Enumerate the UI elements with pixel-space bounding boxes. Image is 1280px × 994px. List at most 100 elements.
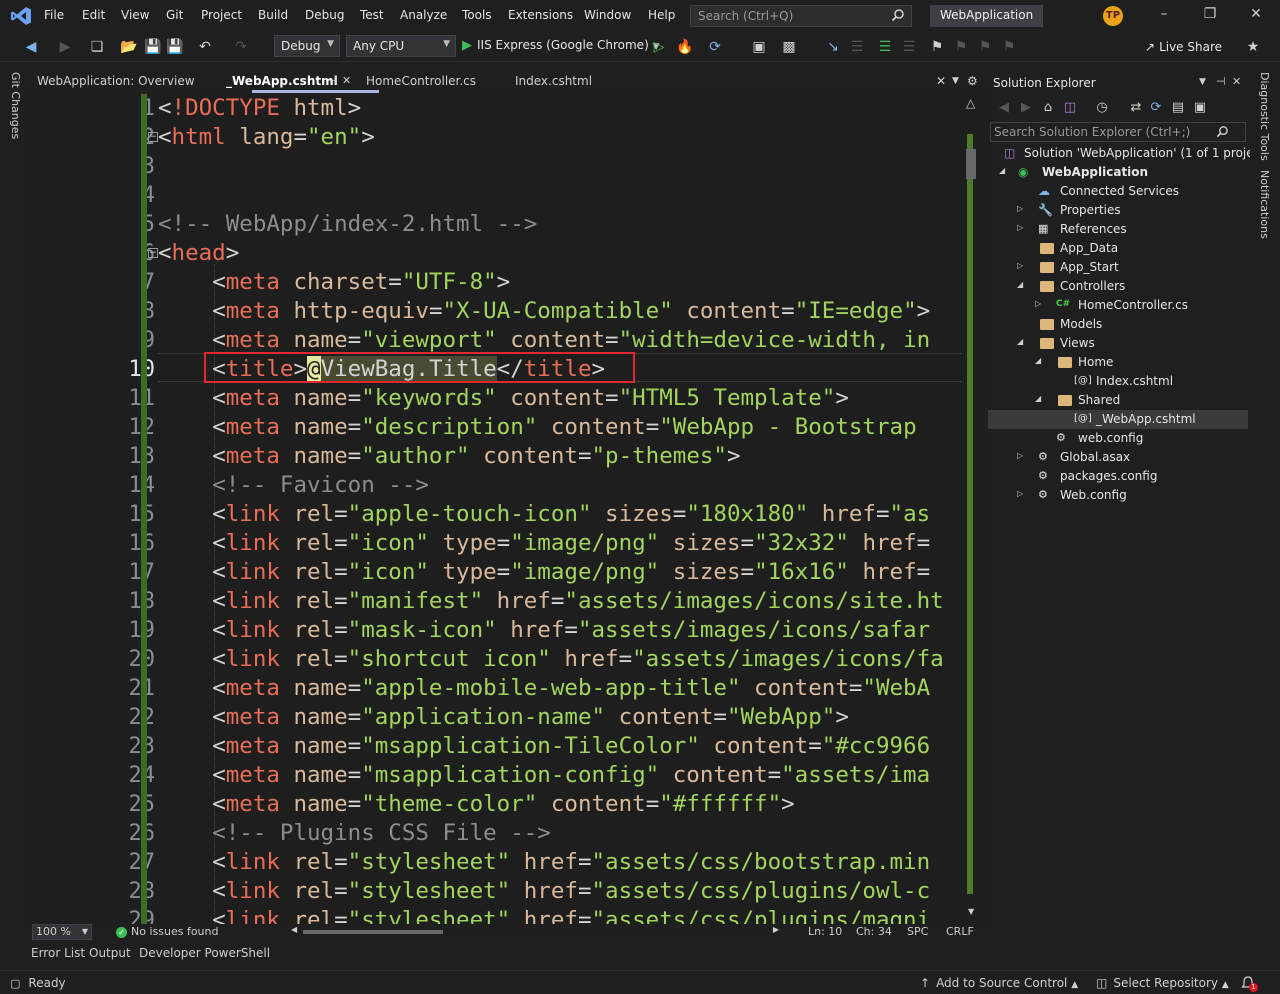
comment-icon[interactable]: ☰: [848, 38, 866, 56]
forward-icon[interactable]: ▶: [1018, 100, 1034, 116]
pin-icon[interactable]: ⊣: [328, 76, 337, 87]
tree-node-global-asax[interactable]: ▷ ⚙ Global.asax: [988, 448, 1248, 467]
horizontal-scrollbar[interactable]: ◀ ▶: [291, 925, 779, 936]
fold-collapse-icon[interactable]: −: [148, 132, 158, 142]
new-project-icon[interactable]: ❏: [88, 38, 106, 56]
solution-explorer-search-input[interactable]: Search Solution Explorer (Ctrl+;): [990, 122, 1246, 142]
tree-node-packages-config[interactable]: ⚙ packages.config: [988, 467, 1248, 486]
solution-platform-dropdown[interactable]: Any CPU ▼: [346, 35, 456, 57]
menu-edit[interactable]: Edit: [82, 8, 105, 22]
select-repository-button[interactable]: ◫ Select Repository ▲: [1096, 976, 1229, 990]
settings-gear-icon[interactable]: ⚙: [967, 74, 978, 88]
tab-index-cshtml[interactable]: Index.cshtml: [515, 74, 592, 88]
zoom-dropdown[interactable]: 100 % ▼: [32, 924, 92, 940]
close-icon[interactable]: ✕: [1232, 75, 1241, 88]
restore-icon[interactable]: ❐: [1200, 6, 1220, 26]
format-document-icon[interactable]: ☰: [876, 38, 894, 56]
uncomment-icon[interactable]: ☰: [900, 38, 918, 56]
column-indicator[interactable]: Ch: 34: [856, 925, 892, 938]
sync-with-document-icon[interactable]: ⇄: [1128, 100, 1144, 116]
step-into-icon[interactable]: ↘: [824, 38, 842, 56]
start-debugging-button[interactable]: ▶ IIS Express (Google Chrome) ▼: [462, 38, 660, 53]
close-all-icon[interactable]: ✕: [936, 74, 946, 88]
tree-node-index-cshtml[interactable]: [@] Index.cshtml: [988, 372, 1248, 391]
tab-list-icon[interactable]: ▼: [952, 76, 959, 86]
feedback-icon[interactable]: ★: [1244, 38, 1262, 56]
menu-file[interactable]: File: [44, 8, 64, 22]
pin-icon[interactable]: ⊣: [1216, 75, 1226, 88]
issues-indicator[interactable]: ✓ No issues found: [116, 925, 218, 938]
menu-build[interactable]: Build: [258, 8, 288, 22]
minimize-icon[interactable]: –: [1154, 6, 1174, 26]
notifications-tab[interactable]: Notifications: [1258, 170, 1271, 239]
solution-configuration-dropdown[interactable]: Debug ▼: [274, 35, 340, 57]
switch-views-icon[interactable]: ◫: [1062, 100, 1078, 116]
scroll-thumb[interactable]: [966, 149, 976, 179]
split-icon[interactable]: △: [966, 96, 975, 110]
tree-node-views-web-config[interactable]: ⚙ web.config: [988, 429, 1248, 448]
layout-icon[interactable]: ▩: [780, 38, 798, 56]
panel-menu-icon[interactable]: ▼: [1199, 77, 1206, 87]
close-icon[interactable]: ✕: [1246, 6, 1266, 26]
notifications-bell-icon[interactable]: 1: [1240, 975, 1258, 992]
menu-test[interactable]: Test: [360, 8, 384, 22]
line-indicator[interactable]: Ln: 10: [808, 925, 842, 938]
navigate-forward-icon[interactable]: ▶: [56, 38, 74, 56]
back-icon[interactable]: ◀: [996, 100, 1012, 116]
menu-extensions[interactable]: Extensions: [508, 8, 573, 22]
menu-project[interactable]: Project: [201, 8, 242, 22]
git-changes-tab[interactable]: Git Changes: [9, 72, 22, 139]
whitespace-indicator[interactable]: SPC: [907, 925, 928, 938]
horizontal-scroll-thumb[interactable]: [303, 930, 443, 934]
tab-home-controller[interactable]: HomeController.cs: [366, 74, 476, 88]
menu-view[interactable]: View: [121, 8, 149, 22]
tree-node-app-start[interactable]: ▷ App_Start: [988, 258, 1248, 277]
scroll-right-icon[interactable]: ▶: [773, 925, 779, 934]
menu-tools[interactable]: Tools: [462, 8, 492, 22]
scroll-left-icon[interactable]: ◀: [291, 925, 297, 934]
scroll-down-icon[interactable]: ▼: [968, 907, 974, 916]
tree-node-home-controller[interactable]: ▷ C# HomeController.cs: [988, 296, 1248, 315]
pending-changes-filter-icon[interactable]: ◷: [1094, 100, 1110, 116]
refresh-icon[interactable]: ⟳: [706, 38, 724, 56]
open-file-icon[interactable]: 📂: [120, 38, 138, 56]
diagnostic-tools-tab[interactable]: Diagnostic Tools: [1258, 72, 1271, 161]
tab-output[interactable]: Output: [89, 946, 131, 960]
start-without-debugging-icon[interactable]: ▷: [650, 38, 668, 56]
tree-node-properties[interactable]: ▷ 🔧 Properties: [988, 201, 1248, 220]
menu-window[interactable]: Window: [584, 8, 631, 22]
tree-node-connected-services[interactable]: ☁ Connected Services: [988, 182, 1248, 201]
global-search-input[interactable]: Search (Ctrl+Q): [690, 5, 912, 27]
menu-help[interactable]: Help: [648, 8, 675, 22]
tree-node-controllers[interactable]: ◢ Controllers: [988, 277, 1248, 296]
tab-developer-powershell[interactable]: Developer PowerShell: [139, 946, 270, 960]
show-all-files-icon[interactable]: ▣: [1192, 100, 1208, 116]
browser-link-icon[interactable]: ▣: [750, 38, 768, 56]
fold-collapse-icon[interactable]: −: [148, 248, 158, 258]
tree-node-references[interactable]: ▷ ▦ References: [988, 220, 1248, 239]
tree-node-webapp-cshtml-selected[interactable]: [@] _WebApp.cshtml: [988, 410, 1248, 429]
tree-node-views[interactable]: ◢ Views: [988, 334, 1248, 353]
menu-analyze[interactable]: Analyze: [400, 8, 447, 22]
collapse-all-icon[interactable]: ▤: [1170, 100, 1186, 116]
redo-icon[interactable]: ↷: [232, 38, 250, 56]
vertical-scrollbar[interactable]: △ ▼: [962, 94, 982, 924]
tab-error-list[interactable]: Error List: [31, 946, 85, 960]
navigate-back-icon[interactable]: ◀: [22, 38, 40, 56]
tab-close-icon[interactable]: ✕: [342, 74, 351, 87]
previous-bookmark-icon[interactable]: ⚑: [952, 38, 970, 56]
tree-node-models[interactable]: Models: [988, 315, 1248, 334]
menu-debug[interactable]: Debug: [305, 8, 344, 22]
next-bookmark-icon[interactable]: ⚑: [976, 38, 994, 56]
bookmark-icon[interactable]: ⚑: [928, 38, 946, 56]
refresh-icon[interactable]: ⟳: [1148, 100, 1164, 116]
tree-node-shared-folder[interactable]: ◢ Shared: [988, 391, 1248, 410]
tab-webapp-cshtml[interactable]: _WebApp.cshtml: [226, 74, 338, 88]
tree-node-home-folder[interactable]: ◢ Home: [988, 353, 1248, 372]
hot-reload-icon[interactable]: 🔥: [676, 38, 694, 56]
line-ending-indicator[interactable]: CRLF: [946, 925, 974, 938]
tab-overview[interactable]: WebApplication: Overview: [37, 74, 195, 88]
undo-icon[interactable]: ↶: [196, 38, 214, 56]
user-avatar[interactable]: TP: [1103, 6, 1123, 26]
add-to-source-control-button[interactable]: ↑ Add to Source Control ▲: [920, 976, 1078, 990]
